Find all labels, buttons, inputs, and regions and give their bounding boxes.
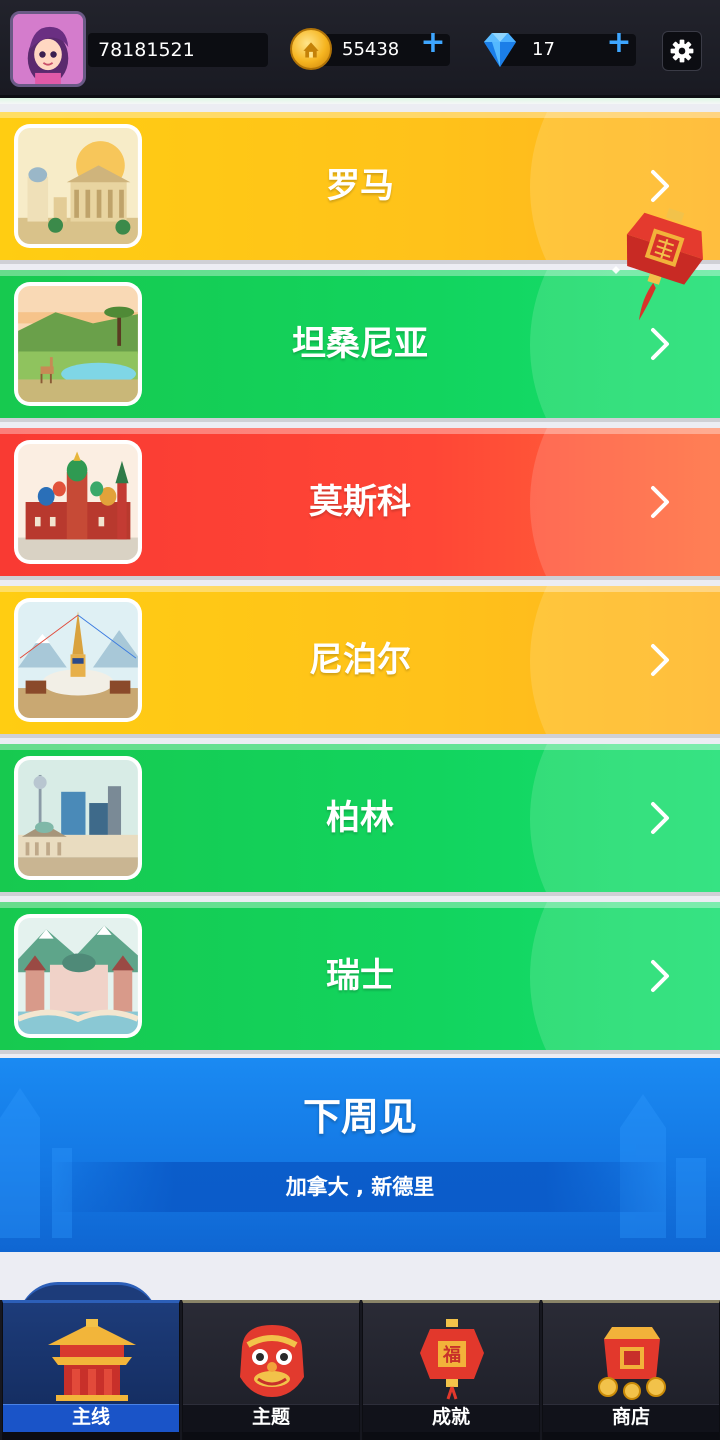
city-name: 柏林 <box>326 798 394 838</box>
chevron-right-icon <box>648 484 672 520</box>
lantern-gift-icon[interactable] <box>608 202 712 342</box>
chevron-right-icon <box>648 168 672 204</box>
coin-icon <box>290 28 332 70</box>
tab-achievements[interactable]: 福 成就 <box>362 1300 540 1440</box>
treasure-gift-icon <box>582 1317 682 1401</box>
player-id: 78181521 <box>88 33 268 67</box>
gear-icon <box>670 39 694 63</box>
tanzania-icon <box>14 282 142 406</box>
svg-text:福: 福 <box>442 1344 461 1366</box>
lion-dance-icon <box>222 1317 322 1401</box>
city-row-berlin[interactable]: 柏林 <box>0 744 720 892</box>
banner-title: 下周见 <box>302 1095 417 1139</box>
tab-label: 商店 <box>611 1406 650 1428</box>
top-bar: 78181521 55438 + 17 + <box>0 0 720 98</box>
plus-icon: + <box>606 25 632 60</box>
city-name: 尼泊尔 <box>309 640 411 680</box>
settings-button[interactable] <box>662 31 702 71</box>
coin-counter: 55438 + <box>290 28 450 72</box>
tab-shop[interactable]: 商店 <box>542 1300 720 1440</box>
tab-label: 成就 <box>431 1406 470 1428</box>
bottom-nav: 主线 主题 福 成就 商店 <box>0 1300 720 1440</box>
rome-icon <box>14 124 142 248</box>
nepal-icon <box>14 598 142 722</box>
header-divider <box>0 98 720 104</box>
plus-icon: + <box>420 25 446 60</box>
add-gems-button[interactable]: + <box>604 28 634 59</box>
city-name: 莫斯科 <box>309 482 411 522</box>
diamond-icon <box>476 30 524 70</box>
player-avatar[interactable] <box>10 11 86 87</box>
pagoda-icon <box>42 1317 142 1401</box>
chevron-right-icon <box>648 800 672 836</box>
switzerland-icon <box>14 914 142 1038</box>
city-name: 坦桑尼亚 <box>292 324 428 364</box>
chevron-right-icon <box>648 958 672 994</box>
berlin-icon <box>14 756 142 880</box>
city-name: 罗马 <box>326 166 394 206</box>
banner-subtitle: 加拿大 , 新德里 <box>285 1175 435 1199</box>
fu-lantern-icon: 福 <box>402 1317 502 1401</box>
tab-label: 主线 <box>71 1406 110 1428</box>
chevron-right-icon <box>648 642 672 678</box>
next-week-banner: 下周见 <box>0 1058 720 1252</box>
city-row-nepal[interactable]: 尼泊尔 <box>0 586 720 734</box>
moscow-icon <box>14 440 142 564</box>
city-name: 瑞士 <box>326 956 394 996</box>
tab-label: 主题 <box>251 1406 290 1428</box>
add-coins-button[interactable]: + <box>418 28 448 59</box>
gem-counter: 17 + <box>476 28 636 72</box>
city-row-moscow[interactable]: 莫斯科 <box>0 428 720 576</box>
city-row-switzerland[interactable]: 瑞士 <box>0 902 720 1050</box>
tab-themes[interactable]: 主题 <box>182 1300 360 1440</box>
tab-main[interactable]: 主线 <box>2 1300 180 1440</box>
